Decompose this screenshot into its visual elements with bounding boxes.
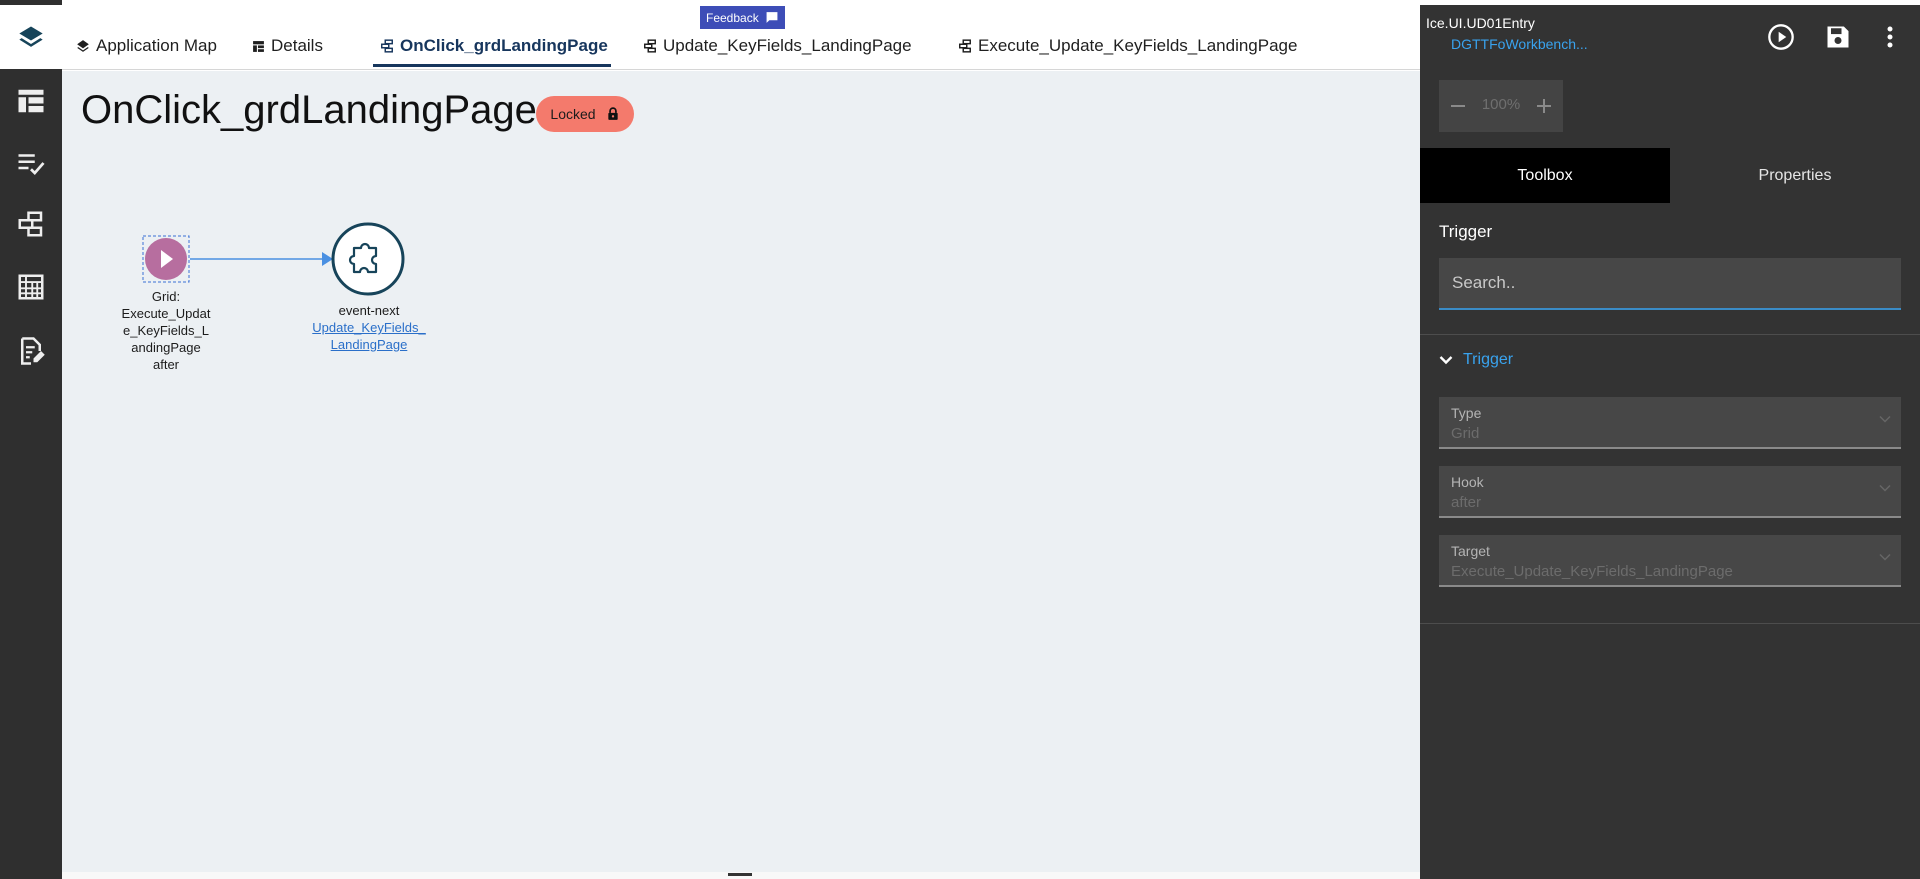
connector-arrowhead (322, 252, 333, 266)
tab-properties[interactable]: Properties (1670, 148, 1920, 203)
minus-icon (1451, 105, 1465, 107)
divider (1420, 334, 1920, 335)
field-label: Hook (1451, 474, 1484, 490)
tab-toolbox[interactable]: Toolbox (1420, 148, 1670, 203)
play-circle-icon (1768, 24, 1794, 50)
event-node-caption: event-next Update_KeyFields_ LandingPage (298, 302, 440, 353)
more-options-button[interactable] (1873, 20, 1907, 54)
section-label: Trigger (1439, 222, 1493, 241)
panel-title: Ice.UI.UD01Entry (1426, 15, 1535, 31)
panel-subtitle-link[interactable]: DGTTFoWorkbench... (1451, 36, 1588, 52)
field-value: Execute_Update_KeyFields_LandingPage (1451, 563, 1733, 580)
trigger-node-label: Grid: Execute_Updat e_KeyFields_L anding… (121, 289, 211, 372)
chevron-down-icon (1879, 553, 1891, 561)
panel-tabs: Toolbox Properties (1420, 148, 1920, 203)
hook-field[interactable]: Hook after (1439, 466, 1901, 518)
search-input[interactable] (1439, 258, 1901, 310)
plus-icon (1537, 99, 1551, 113)
save-icon (1827, 26, 1849, 48)
chevron-down-icon (1439, 356, 1453, 365)
type-field[interactable]: Type Grid (1439, 397, 1901, 449)
trigger-accordion-header[interactable]: Trigger (1439, 349, 1513, 371)
event-node (331, 222, 405, 296)
chevron-down-icon (1879, 484, 1891, 492)
run-button[interactable] (1764, 20, 1798, 54)
field-value: after (1451, 494, 1482, 511)
field-value: Grid (1451, 425, 1480, 442)
flow-diagram (142, 222, 405, 296)
zoom-level: 100% (1481, 96, 1521, 113)
event-node-label: event-next (338, 303, 400, 318)
resize-handle-icon[interactable] (728, 873, 752, 879)
more-vertical-icon (1887, 26, 1893, 48)
target-field[interactable]: Target Execute_Update_KeyFields_LandingP… (1439, 535, 1901, 587)
divider (1420, 623, 1920, 624)
chevron-down-icon (1879, 415, 1891, 423)
field-label: Type (1451, 405, 1482, 421)
zoom-out-button[interactable] (1443, 80, 1473, 132)
field-label: Target (1451, 543, 1490, 559)
accordion-title: Trigger (1463, 351, 1514, 368)
event-node-link[interactable]: Update_KeyFields_ LandingPage (298, 319, 440, 353)
tab-label: Toolbox (1517, 166, 1573, 184)
zoom-control: 100% (1439, 80, 1563, 132)
zoom-in-button[interactable] (1529, 80, 1559, 132)
tab-label: Properties (1758, 166, 1832, 184)
save-button[interactable] (1821, 20, 1855, 54)
